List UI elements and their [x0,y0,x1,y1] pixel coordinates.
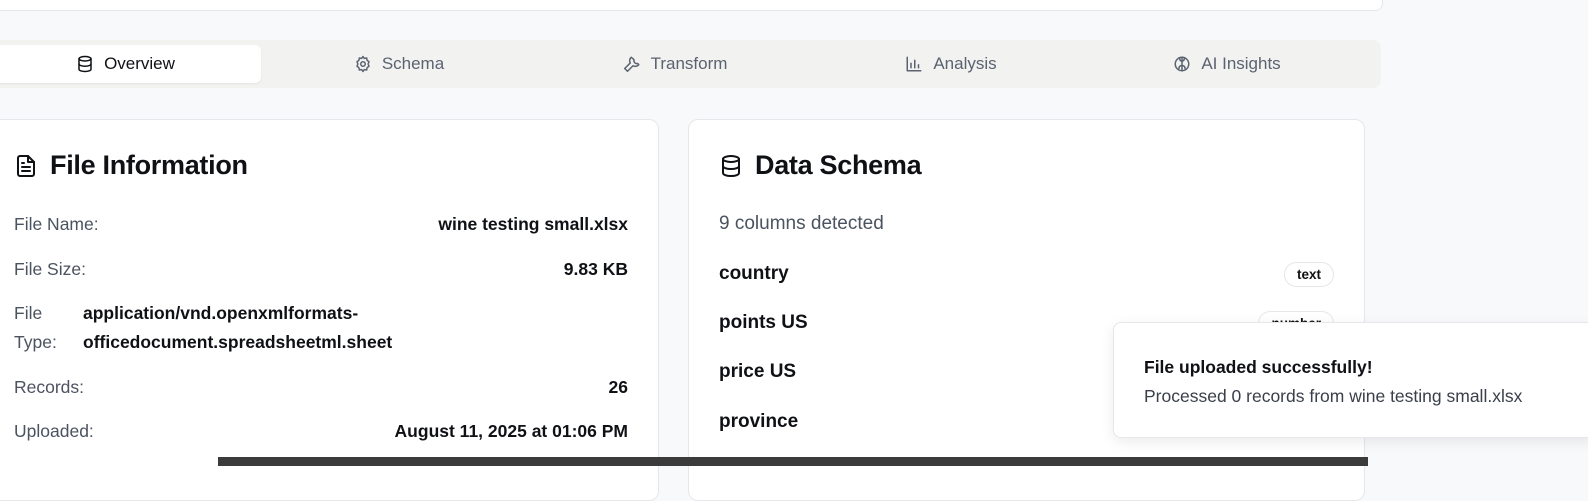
top-card [0,0,1383,11]
tab-overview-label: Overview [104,54,175,73]
records-row: Records: 26 [14,377,628,398]
toast-description: Processed 0 records from wine testing sm… [1144,386,1523,406]
wrench-icon [623,56,640,73]
file-information-card: File Information File Name: wine testing… [0,119,659,501]
file-size-value: 9.83 KB [563,259,628,279]
file-information-title: File Information [14,150,248,181]
file-information-title-text: File Information [50,150,248,180]
file-type-value: application/vnd.openxmlformats-officedoc… [83,303,393,352]
column-name: points US [719,312,808,333]
file-name-row: File Name: wine testing small.xlsx [14,214,628,235]
file-name-label: File Name: [14,214,99,234]
tab-transform-label: Transform [650,54,728,73]
tab-transform[interactable]: Transform [537,45,813,83]
uploaded-label: Uploaded: [14,421,94,441]
bar-chart-icon [906,56,922,72]
tab-bar: Overview Schema Transform Analysis AI In… [0,40,1381,88]
uploaded-value: August 11, 2025 at 01:06 PM [394,421,628,441]
database-icon [78,55,92,73]
tab-analysis[interactable]: Analysis [813,45,1089,83]
column-type-badge: text [1283,261,1334,287]
column-name: province [719,411,799,432]
horizontal-scrollbar[interactable] [218,457,1368,466]
file-type-label: File Type: [14,303,57,352]
columns-detected-text: 9 columns detected [719,213,884,234]
database-icon [722,154,740,177]
file-name-value: wine testing small.xlsx [438,214,628,234]
column-name: country [719,263,789,284]
schema-column-row: country text [719,259,1334,289]
toast-title: File uploaded successfully! [1144,357,1373,377]
gear-icon [356,55,370,73]
column-name: price US [719,361,797,382]
records-value: 26 [608,377,628,397]
tab-ai-insights-label: AI Insights [1201,54,1281,73]
tab-schema-label: Schema [381,54,445,73]
records-label: Records: [14,377,85,397]
upload-success-toast[interactable]: File uploaded successfully! Processed 0 … [1113,322,1588,438]
file-size-row: File Size: 9.83 KB [14,259,628,280]
tab-schema[interactable]: Schema [261,45,537,83]
file-text-icon [17,154,35,177]
tab-overview[interactable]: Overview [0,45,261,83]
file-size-label: File Size: [14,259,86,279]
data-schema-card: Data Schema 9 columns detected country t… [688,119,1365,501]
tab-ai-insights[interactable]: AI Insights [1089,45,1365,83]
data-schema-title: Data Schema [719,150,922,181]
uploaded-row: Uploaded: August 11, 2025 at 01:06 PM [14,421,628,442]
tab-analysis-label: Analysis [933,54,997,73]
brain-icon [1174,56,1190,72]
data-schema-title-text: Data Schema [755,150,922,180]
